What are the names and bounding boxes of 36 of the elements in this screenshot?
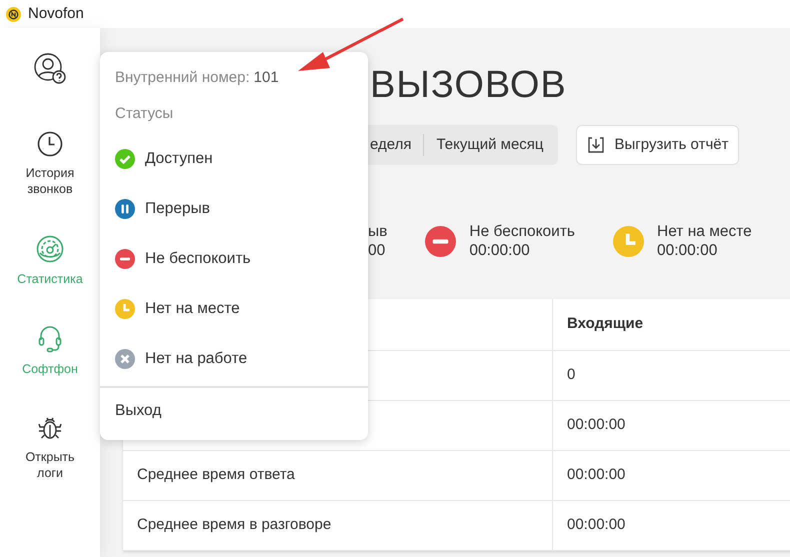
export-button[interactable]: Выгрузить отчёт [576, 125, 740, 165]
table-cell-text: 00:00:00 [567, 415, 626, 436]
table-cell-text: 00:00:00 [567, 465, 626, 486]
period-tab[interactable]: еделя [368, 129, 414, 161]
download-icon [586, 136, 605, 154]
table-cell-text: 0 [567, 365, 576, 386]
section-heading: Статусы [115, 104, 174, 124]
sidebar-label[interactable]: Открыть логи [25, 449, 75, 481]
column-header: Входящие [567, 314, 644, 334]
period-tab[interactable]: Текущий месяц [434, 129, 546, 161]
extension-label: Внутренний номер: [115, 68, 250, 88]
status-menu-item[interactable]: Нет на месте [100, 284, 368, 334]
headset-icon[interactable] [37, 325, 63, 353]
logo-icon [6, 6, 21, 22]
sidebar-label[interactable]: История звонков [26, 165, 74, 197]
bug-icon[interactable] [37, 415, 63, 441]
table-cell-text: Среднее время ответа [137, 465, 295, 486]
status-name: Нет на месте [657, 222, 752, 241]
status-menu-item[interactable]: Не беспокоить [100, 234, 368, 284]
help-icon[interactable] [33, 52, 67, 86]
extension-number: 101 [254, 68, 279, 88]
table-cell-text: 00:00:00 [567, 515, 626, 536]
logout-item[interactable]: Выход [100, 388, 368, 434]
status-menu-item[interactable]: Нет на работе [100, 334, 368, 384]
gauge-icon[interactable] [36, 235, 64, 263]
status-name: Не беспокоить [469, 222, 575, 241]
table-cell-text: Среднее время в разговоре [137, 515, 332, 536]
status-menu-item[interactable]: Перерыв [100, 184, 368, 234]
status-menu-item[interactable]: Доступен [100, 134, 368, 184]
status-time: 00:00:00 [657, 241, 718, 260]
app-title: Novofon [28, 4, 84, 24]
status-time: 00:00:00 [469, 241, 531, 260]
clock-icon[interactable] [37, 131, 63, 157]
page-title: ВЫЗОВОВ [370, 63, 568, 108]
status-name: ыв [368, 222, 388, 241]
status-time: 00 [368, 241, 386, 260]
